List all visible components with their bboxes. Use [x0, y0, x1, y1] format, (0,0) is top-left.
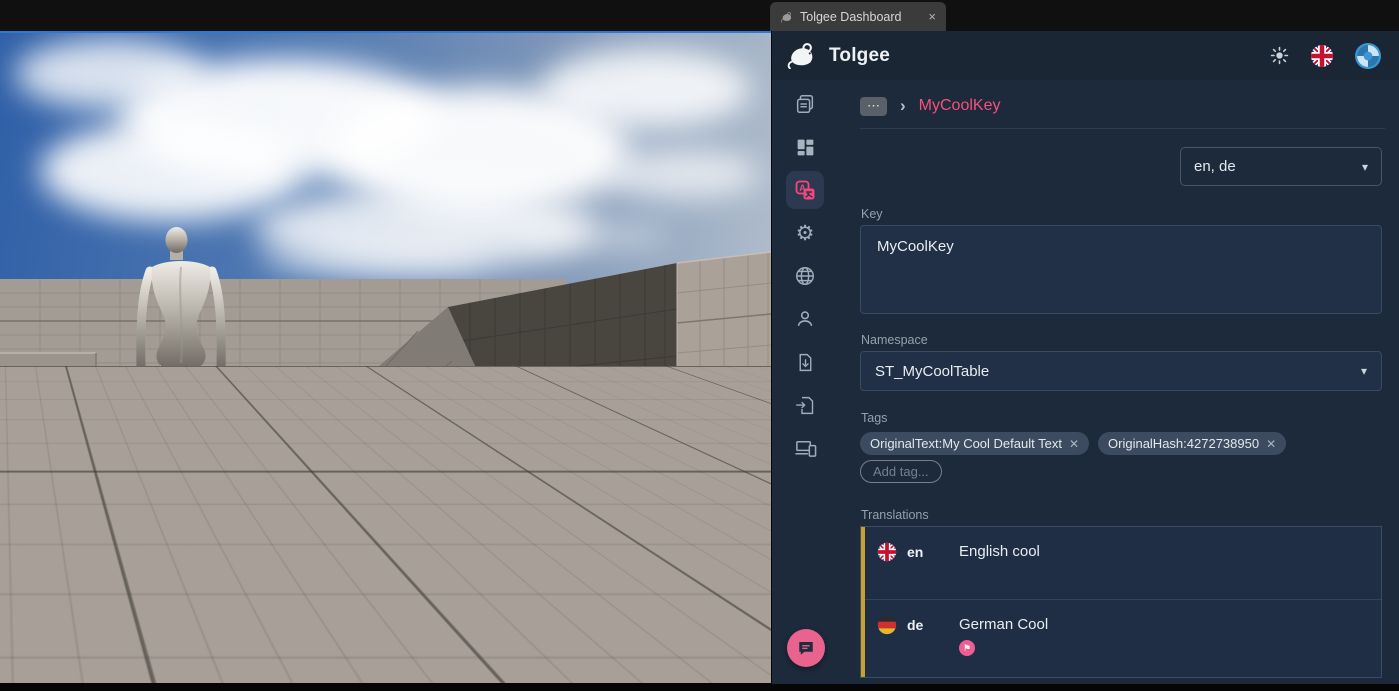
- globe-icon: [794, 265, 816, 287]
- flag-de-icon: [877, 615, 897, 635]
- key-label: Key: [861, 207, 883, 221]
- key-edit-content: ⋯ › MyCoolKey en, de ▾ Key MyCoolKey Nam…: [860, 80, 1385, 684]
- sidebar-item-members[interactable]: [786, 300, 824, 338]
- add-tag-placeholder: Add tag...: [873, 464, 929, 479]
- sidebar-item-projects[interactable]: [786, 85, 824, 123]
- translation-state-flag-icon[interactable]: ⚑: [959, 640, 975, 656]
- umg-text: English cool: [579, 658, 690, 679]
- divider: [860, 128, 1385, 129]
- translation-row-en[interactable]: en English cool: [865, 527, 1381, 599]
- tag-pill[interactable]: OriginalText:My Cool Default Text ✕: [860, 432, 1089, 455]
- tag-text: OriginalHash:4272738950: [1108, 436, 1259, 451]
- breadcrumb-more-button[interactable]: ⋯: [860, 97, 887, 116]
- screen: Tolgee Dashboard ×: [0, 0, 1399, 691]
- chevron-right-icon: ›: [900, 96, 906, 116]
- sidebar-item-translations[interactable]: A: [786, 171, 824, 209]
- bottom-strip: [0, 684, 1399, 691]
- tolgee-logo-icon: [786, 42, 817, 69]
- viewport-focus-border: [0, 31, 771, 33]
- account-avatar[interactable]: [1355, 43, 1381, 69]
- tag-pill[interactable]: OriginalHash:4272738950 ✕: [1098, 432, 1286, 455]
- editor-tab-bar: Tolgee Dashboard ×: [0, 0, 1399, 31]
- sidebar-item-integrate[interactable]: [786, 429, 824, 467]
- languages-filter-value: en, de: [1194, 158, 1236, 175]
- level-viewport[interactable]: English cool: [0, 31, 771, 683]
- namespace-select[interactable]: ST_MyCoolTable ▾: [860, 351, 1382, 391]
- sidebar-item-dashboard[interactable]: [786, 128, 824, 166]
- add-tag-input[interactable]: Add tag...: [860, 460, 942, 483]
- translation-text: German Cool: [959, 616, 1048, 633]
- theme-light-icon[interactable]: [1270, 46, 1289, 65]
- translations-table: en English cool: [860, 526, 1382, 678]
- key-value: MyCoolKey: [877, 238, 954, 255]
- scene-geometry: [0, 31, 771, 683]
- sidebar-item-languages[interactable]: [786, 257, 824, 295]
- tag-remove-icon[interactable]: ✕: [1069, 437, 1079, 451]
- user-icon: [794, 308, 816, 330]
- gear-icon: ⚙: [796, 223, 815, 244]
- tags-label: Tags: [861, 411, 887, 425]
- devices-icon: [794, 437, 817, 460]
- languages-filter-select[interactable]: en, de ▾: [1180, 147, 1382, 186]
- tag-text: OriginalText:My Cool Default Text: [870, 436, 1062, 451]
- left-box-small: [0, 387, 26, 413]
- namespace-value: ST_MyCoolTable: [875, 363, 989, 380]
- umg-text-widget: English cool: [577, 655, 771, 682]
- brand-name: Tolgee: [829, 45, 890, 67]
- tab-tolgee-dashboard[interactable]: Tolgee Dashboard ×: [770, 2, 946, 31]
- export-icon: [795, 352, 816, 373]
- flag-en-icon: [877, 542, 897, 562]
- sidebar-item-settings[interactable]: ⚙: [786, 214, 824, 252]
- language-code: en: [907, 544, 923, 560]
- chat-bubble-icon: [797, 639, 815, 657]
- import-icon: [795, 395, 816, 416]
- sidebar-item-export[interactable]: [786, 343, 824, 381]
- breadcrumb-current-key[interactable]: MyCoolKey: [919, 97, 1001, 115]
- translation-text: English cool: [959, 543, 1040, 560]
- sidebar: A ⚙: [772, 80, 838, 684]
- chat-fab[interactable]: [787, 629, 825, 667]
- language-code: de: [907, 617, 923, 633]
- chevron-down-icon: ▾: [1361, 364, 1367, 378]
- tab-close-icon[interactable]: ×: [928, 9, 936, 24]
- chevron-down-icon: ▾: [1362, 160, 1368, 174]
- tolgee-panel: Tolgee: [772, 31, 1399, 684]
- breadcrumb: ⋯ › MyCoolKey: [860, 93, 1000, 119]
- language-flag-en-icon[interactable]: [1310, 44, 1334, 68]
- key-input[interactable]: MyCoolKey: [860, 225, 1382, 314]
- tab-title: Tolgee Dashboard: [800, 10, 901, 24]
- app-header: Tolgee: [772, 31, 1399, 80]
- translations-label: Translations: [861, 508, 929, 522]
- namespace-label: Namespace: [861, 333, 928, 347]
- sidebar-item-import[interactable]: [786, 386, 824, 424]
- translation-row-de[interactable]: de German Cool ⚑: [865, 600, 1381, 677]
- tag-remove-icon[interactable]: ✕: [1266, 437, 1276, 451]
- tolgee-mouse-icon: [780, 11, 793, 23]
- tags-list: OriginalText:My Cool Default Text ✕ Orig…: [860, 432, 1286, 455]
